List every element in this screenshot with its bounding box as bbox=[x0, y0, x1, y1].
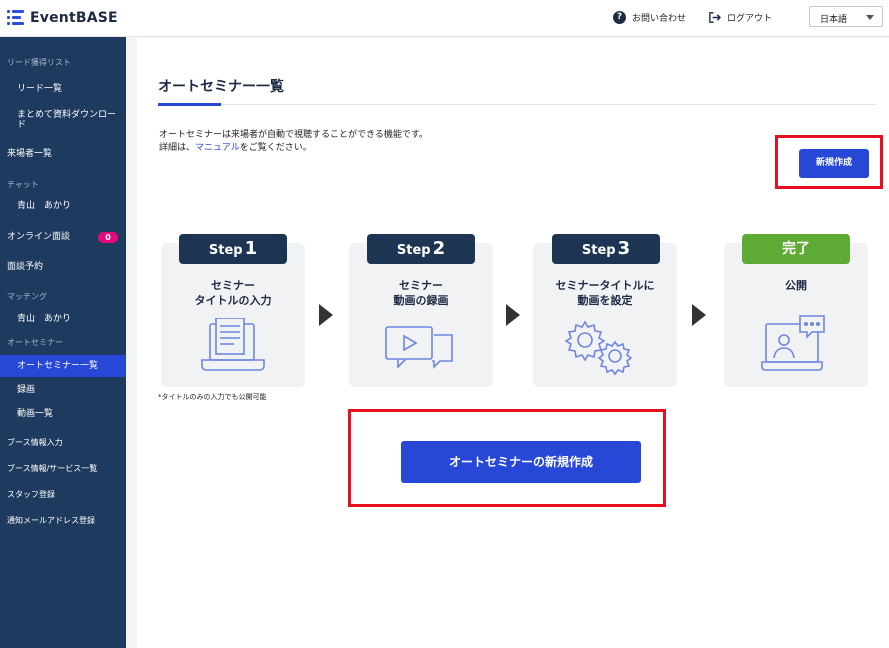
arrow-right-icon bbox=[319, 304, 333, 326]
language-value: 日本語 bbox=[820, 15, 848, 25]
sidebar-item-meeting-reservation[interactable]: 面談予約 bbox=[0, 262, 126, 273]
sidebar-item-staff[interactable]: スタッフ登録 bbox=[0, 489, 126, 500]
arrow-right-icon bbox=[506, 304, 520, 326]
manual-link[interactable]: マニュアル bbox=[195, 143, 240, 153]
sidebar-item-video-list[interactable]: 動画一覧 bbox=[0, 409, 126, 420]
contact-label: お問い合わせ bbox=[632, 14, 687, 24]
step-3-text: セミナータイトルに 動画を設定 bbox=[533, 278, 677, 308]
step-word: Step bbox=[396, 243, 431, 258]
sidebar-section-chat: チャット bbox=[7, 180, 39, 189]
description-line-1: オートセミナーは来場者が自動で視聴することができる機能です。 bbox=[159, 130, 428, 140]
new-button[interactable]: 新規作成 bbox=[799, 149, 869, 178]
sidebar-item-bulk-download[interactable]: まとめて資料ダウンロード bbox=[0, 110, 116, 130]
step-word: Step bbox=[581, 243, 616, 258]
logo-icon bbox=[7, 9, 24, 26]
step-1-line-1: セミナー bbox=[211, 279, 255, 292]
top-header: EventBASE ? お問い合わせ ログアウト 日本語 bbox=[0, 0, 889, 37]
step-badge-3: Step 3 bbox=[552, 234, 660, 264]
page-title: オートセミナー一覧 bbox=[158, 79, 284, 95]
step-2-line-2: 動画の録画 bbox=[393, 294, 449, 307]
title-divider bbox=[158, 104, 876, 105]
step-2-line-1: セミナー bbox=[399, 279, 443, 292]
description: オートセミナーは来場者が自動で視聴することができる機能です。 詳細は、マニュアル… bbox=[159, 129, 428, 155]
main-panel: オートセミナー一覧 オートセミナーは来場者が自動で視聴することができる機能です。… bbox=[137, 38, 889, 648]
step-number: 3 bbox=[617, 238, 631, 259]
sidebar-item-booth-services[interactable]: ブース情報/サービス一覧 bbox=[0, 463, 126, 474]
step-1-line-2: タイトルの入力 bbox=[194, 294, 272, 307]
logout-link[interactable]: ログアウト bbox=[708, 11, 772, 24]
step-badge-1: Step 1 bbox=[179, 234, 287, 264]
contact-link[interactable]: ? お問い合わせ bbox=[613, 11, 686, 24]
webinar-presenter-icon bbox=[761, 315, 825, 371]
step-badge-2: Step 2 bbox=[367, 234, 475, 264]
step-4-text: 公開 bbox=[724, 278, 868, 293]
step-badge-done: 完了 bbox=[742, 234, 850, 264]
sidebar-item-chat-user[interactable]: 青山 あかり bbox=[0, 201, 126, 212]
online-meeting-badge: 0 bbox=[98, 232, 118, 243]
step-2-text: セミナー 動画の録画 bbox=[349, 278, 493, 308]
video-player-icon bbox=[385, 326, 453, 369]
step-3-line-1: セミナータイトルに bbox=[555, 279, 655, 292]
app-logo[interactable]: EventBASE bbox=[7, 9, 118, 26]
arrow-right-icon bbox=[692, 304, 706, 326]
sidebar-item-booth-info[interactable]: ブース情報入力 bbox=[0, 437, 126, 448]
title-underline bbox=[158, 103, 221, 106]
description-prefix: 詳細は、 bbox=[159, 143, 196, 153]
sidebar-item-auto-seminar-list[interactable]: オートセミナー一覧 bbox=[0, 355, 126, 377]
sidebar-section-matching: マッチング bbox=[7, 292, 47, 301]
create-auto-seminar-button[interactable]: オートセミナーの新規作成 bbox=[401, 441, 641, 483]
sidebar-item-visitors[interactable]: 来場者一覧 bbox=[0, 149, 126, 160]
sidebar-item-matching-user[interactable]: 青山 あかり bbox=[0, 314, 126, 325]
step-3-line-2: 動画を設定 bbox=[577, 294, 633, 307]
gear-icon bbox=[564, 320, 633, 376]
sidebar-section-lead: リード獲得リスト bbox=[7, 58, 71, 67]
description-line-2: 詳細は、マニュアルをご覧ください。 bbox=[159, 142, 428, 155]
laptop-document-icon bbox=[201, 318, 265, 371]
help-icon: ? bbox=[613, 11, 626, 24]
online-meeting-label: オンライン面談 bbox=[7, 232, 71, 242]
step-note: *タイトルのみの入力でも公開可能 bbox=[158, 393, 267, 401]
step-1-text: セミナー タイトルの入力 bbox=[161, 278, 305, 308]
sidebar-item-lead-list[interactable]: リード一覧 bbox=[0, 84, 126, 95]
logout-label: ログアウト bbox=[727, 14, 773, 24]
sidebar-item-recording[interactable]: 録画 bbox=[0, 385, 126, 396]
logout-icon bbox=[709, 12, 721, 23]
description-suffix: をご覧ください。 bbox=[239, 143, 312, 153]
sidebar-item-online-meeting[interactable]: オンライン面談 0 bbox=[0, 232, 126, 243]
language-select[interactable]: 日本語 bbox=[809, 6, 883, 27]
step-4-line-1: 公開 bbox=[785, 279, 807, 292]
step-number: 2 bbox=[432, 238, 446, 259]
sidebar: リード獲得リスト リード一覧 まとめて資料ダウンロード 来場者一覧 チャット 青… bbox=[0, 37, 126, 648]
step-number: 1 bbox=[244, 238, 258, 259]
app-name: EventBASE bbox=[30, 9, 118, 26]
chevron-down-icon bbox=[866, 15, 874, 20]
sidebar-section-auto-seminar: オートセミナー bbox=[7, 338, 63, 347]
step-word: Step bbox=[208, 243, 243, 258]
sidebar-item-notify-email[interactable]: 通知メールアドレス登録 bbox=[0, 515, 126, 526]
